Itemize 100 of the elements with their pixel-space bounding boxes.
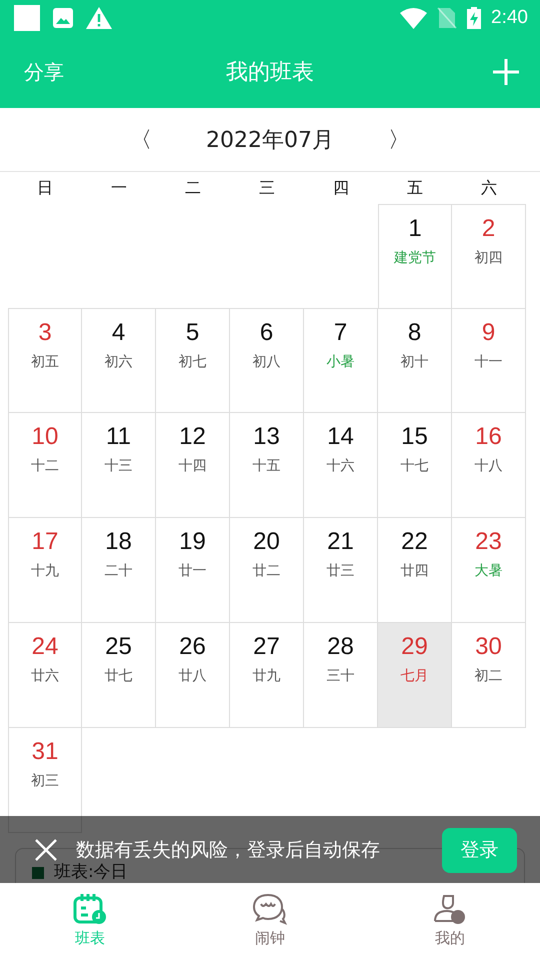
- card-title: 班表:今日: [54, 863, 128, 881]
- day-number: 25: [105, 633, 132, 661]
- day-number: 3: [38, 319, 52, 347]
- next-month-button[interactable]: 〉: [384, 124, 414, 154]
- day-number: 26: [179, 633, 206, 661]
- battery-charging-icon: [467, 7, 482, 29]
- lunar-date: 廿三: [326, 562, 354, 580]
- lunar-date: 初二: [474, 667, 502, 685]
- day-number: 11: [106, 423, 131, 451]
- calendar-day[interactable]: 2 初四: [452, 204, 526, 309]
- day-number: 14: [327, 423, 354, 451]
- person-icon: [433, 893, 467, 925]
- lunar-date: 十六: [326, 457, 354, 475]
- day-number: 28: [327, 633, 354, 661]
- lunar-date: 廿七: [104, 667, 132, 685]
- lunar-date: 七月: [400, 667, 428, 685]
- day-number: 10: [32, 423, 58, 451]
- calendar-day[interactable]: 21 廿三: [304, 518, 378, 623]
- day-number: 22: [401, 528, 428, 556]
- calendar-day[interactable]: 9 十一: [452, 308, 526, 413]
- lunar-date: 三十: [326, 667, 354, 685]
- day-number: 18: [105, 528, 132, 556]
- lunar-date: 十八: [474, 457, 502, 475]
- calendar-day[interactable]: 6 初八: [230, 308, 304, 413]
- lunar-date: 十七: [400, 457, 428, 475]
- day-number: 30: [475, 633, 502, 661]
- lunar-date: 初五: [31, 353, 59, 371]
- day-number: 15: [401, 423, 428, 451]
- day-number: 19: [179, 528, 206, 556]
- lunar-date: 廿九: [252, 667, 280, 685]
- day-number: 4: [112, 319, 126, 347]
- lunar-date: 十三: [104, 457, 132, 475]
- lunar-date: 十二: [31, 457, 59, 475]
- calendar-day[interactable]: 5 初七: [156, 308, 230, 413]
- calendar-day[interactable]: 19 廿一: [156, 518, 230, 623]
- calendar-day[interactable]: 22 廿四: [378, 518, 452, 623]
- calendar-day[interactable]: 16 十八: [452, 413, 526, 518]
- weekday-label: 五: [406, 178, 424, 198]
- day-number: 6: [260, 319, 274, 347]
- calendar-day[interactable]: 23 大暑: [452, 518, 526, 623]
- calendar-day[interactable]: 27 廿九: [230, 623, 304, 728]
- day-number: 21: [327, 528, 354, 556]
- lunar-date: 大暑: [474, 562, 502, 580]
- square-marker-icon: [32, 867, 44, 879]
- calendar-day[interactable]: 26 廿八: [156, 623, 230, 728]
- notification-square-icon: [14, 5, 40, 31]
- wifi-icon: [400, 8, 428, 28]
- lunar-date: 十五: [252, 457, 280, 475]
- warning-icon: [86, 7, 112, 29]
- calendar-day[interactable]: 24 廿六: [8, 623, 82, 728]
- day-number: 29: [401, 633, 428, 661]
- calendar-day[interactable]: 30 初二: [452, 623, 526, 728]
- day-number: 23: [475, 528, 502, 556]
- day-number: 16: [475, 423, 502, 451]
- nav-tab[interactable]: 闹钟: [180, 883, 360, 959]
- nav-tab[interactable]: 我的: [360, 883, 540, 959]
- calendar-day[interactable]: 25 廿七: [82, 623, 156, 728]
- calendar-day[interactable]: 20 廿二: [230, 518, 304, 623]
- calendar-day[interactable]: 3 初五: [8, 308, 82, 413]
- calendar-day[interactable]: 15 十七: [378, 413, 452, 518]
- day-number: 1: [408, 215, 422, 243]
- day-number: 13: [253, 423, 280, 451]
- calendar-day[interactable]: 28 三十: [304, 623, 378, 728]
- lunar-date: 初四: [474, 249, 502, 267]
- day-number: 17: [32, 528, 58, 556]
- status-time: 2:40: [491, 7, 528, 29]
- month-label: 2022年07月: [206, 126, 334, 154]
- day-number: 9: [482, 319, 496, 347]
- weekday-label: 三: [258, 178, 276, 198]
- tab-label: 闹钟: [255, 929, 285, 948]
- lunar-date: 初七: [178, 353, 206, 371]
- calendar-day[interactable]: 12 十四: [156, 413, 230, 518]
- calendar-day[interactable]: 7 小暑: [304, 308, 378, 413]
- calendar-day[interactable]: 13 十五: [230, 413, 304, 518]
- calendar-day[interactable]: 14 十六: [304, 413, 378, 518]
- weekday-label: 日: [36, 178, 54, 198]
- weekday-label: 一: [110, 178, 128, 198]
- calendar-day[interactable]: 4 初六: [82, 308, 156, 413]
- image-icon: [52, 7, 74, 29]
- calendar-day[interactable]: 18 二十: [82, 518, 156, 623]
- lunar-date: 廿六: [31, 667, 59, 685]
- calendar-day[interactable]: 8 初十: [378, 308, 452, 413]
- calendar-day[interactable]: 17 十九: [8, 518, 82, 623]
- close-icon[interactable]: [35, 839, 57, 861]
- day-number: 31: [32, 738, 58, 766]
- calendar-day[interactable]: 31 初三: [8, 728, 82, 833]
- day-number: 8: [408, 319, 422, 347]
- calendar-day[interactable]: 10 十二: [8, 413, 82, 518]
- lunar-date: 十九: [31, 562, 59, 580]
- day-number: 7: [334, 319, 348, 347]
- day-number: 20: [253, 528, 280, 556]
- lunar-date: 十一: [474, 353, 502, 371]
- previous-month-button[interactable]: 〈: [126, 124, 156, 154]
- lunar-date: 二十: [104, 562, 132, 580]
- chat-bubbles-icon: [253, 893, 287, 925]
- calendar-day[interactable]: 11 十三: [82, 413, 156, 518]
- lunar-date: 廿二: [252, 562, 280, 580]
- calendar-day[interactable]: 29 七月: [378, 623, 452, 728]
- day-number: 12: [179, 423, 206, 451]
- calendar-day[interactable]: 1 建党节: [378, 204, 452, 309]
